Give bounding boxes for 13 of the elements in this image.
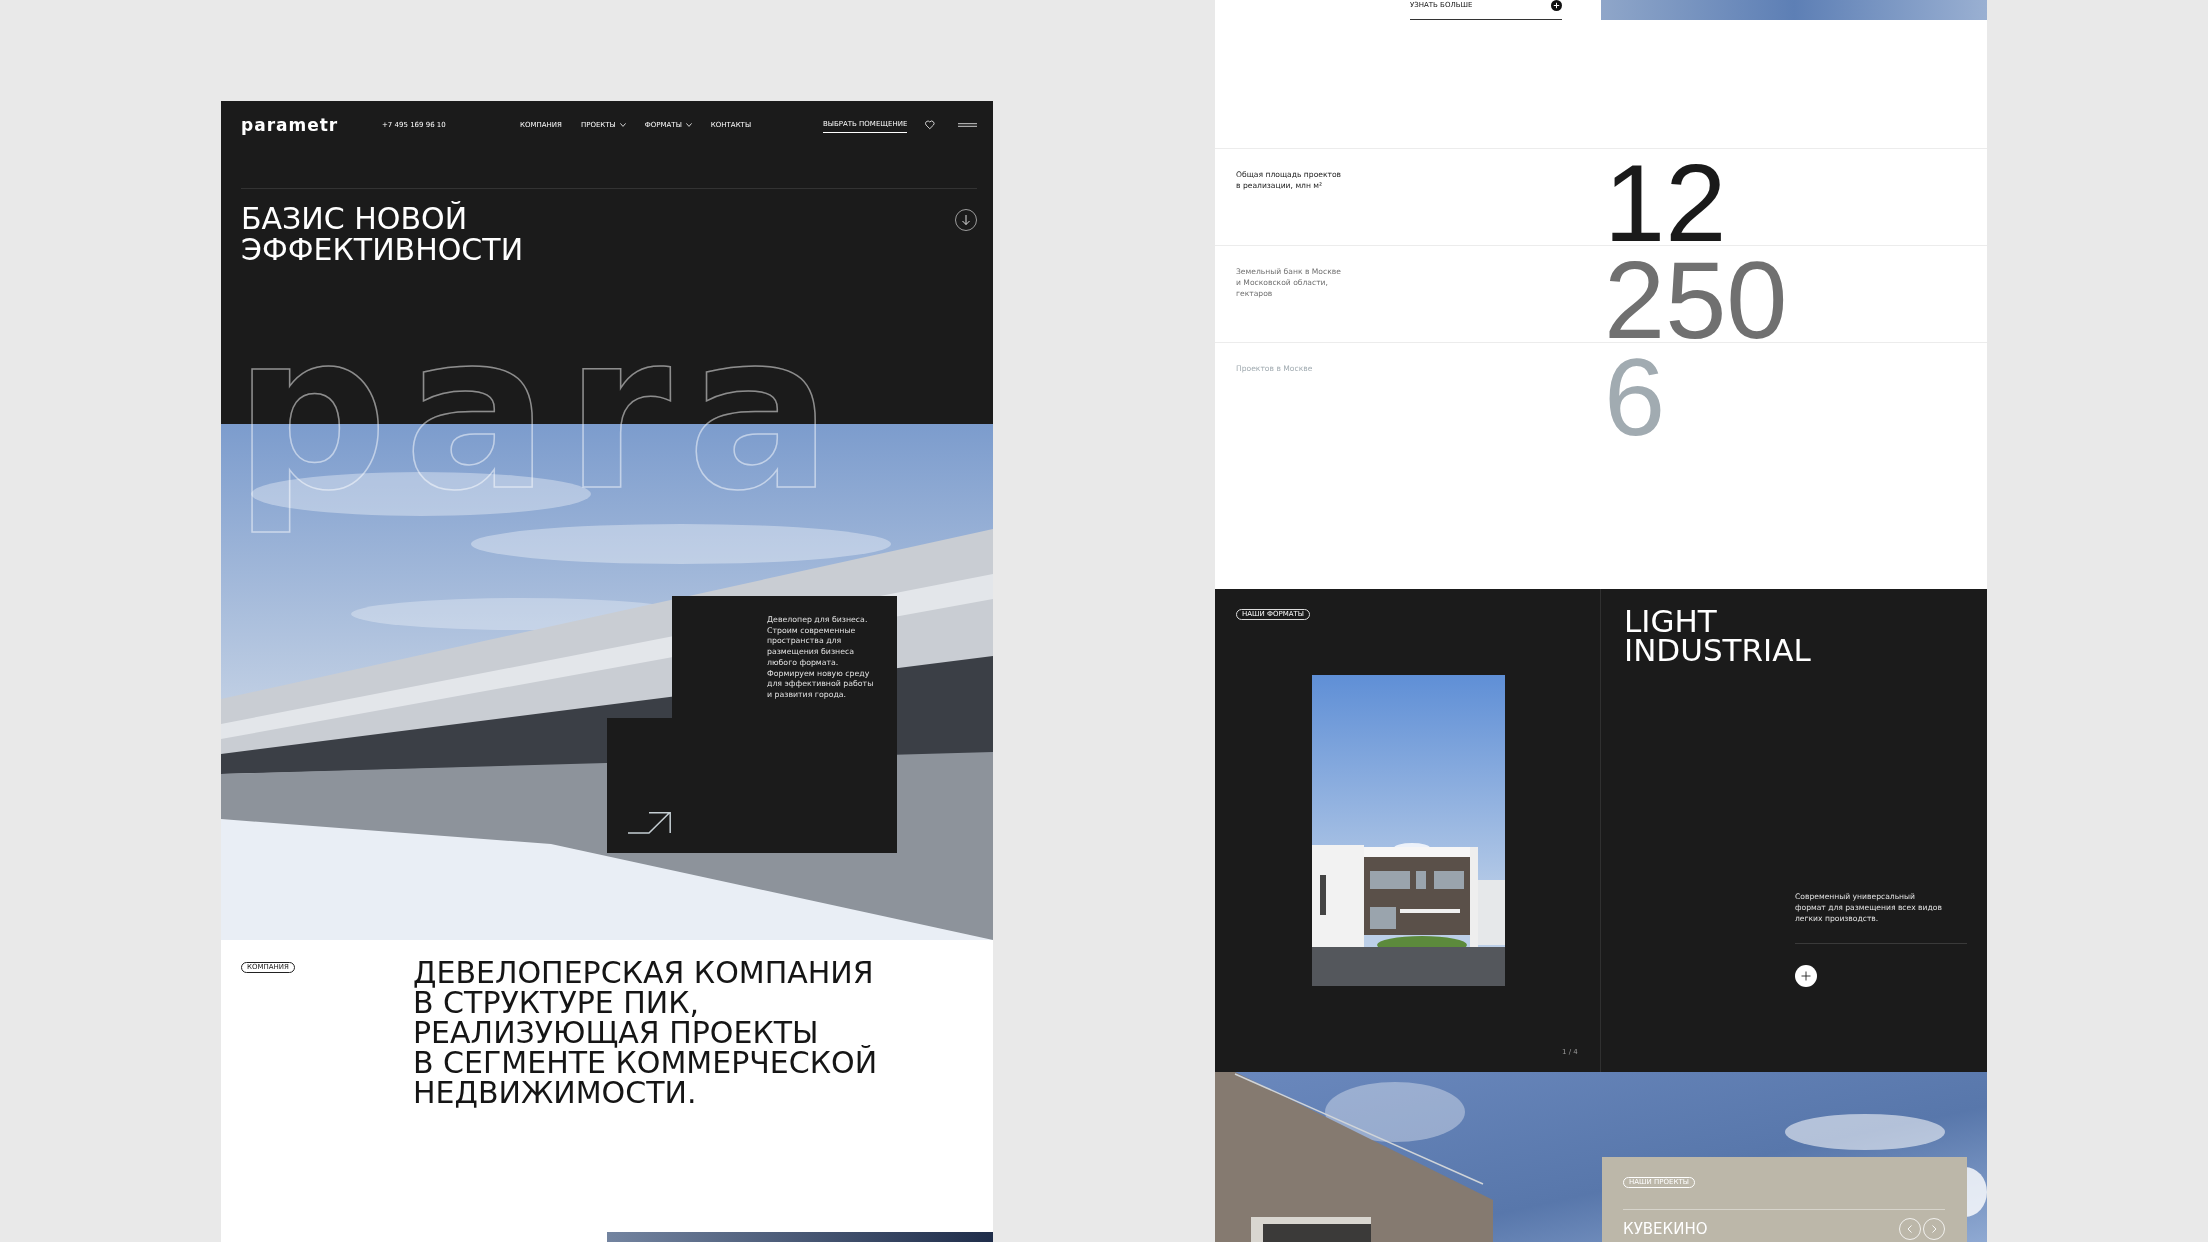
format-title: LIGHT INDUSTRIAL <box>1624 607 1811 665</box>
project-title: КУВЕКИНО <box>1623 1221 1708 1237</box>
menu-icon[interactable] <box>957 123 977 127</box>
plus-icon[interactable] <box>1795 965 1817 987</box>
arrow-down-icon[interactable] <box>955 209 977 231</box>
arrow-icon[interactable] <box>628 812 671 834</box>
stat-value: 12 <box>1604 162 1727 244</box>
logo[interactable]: parametr <box>241 116 339 134</box>
stat-value: 250 <box>1604 259 1788 341</box>
heart-icon[interactable] <box>925 120 935 130</box>
about-text: ДЕВЕЛОПЕРСКАЯ КОМПАНИЯ В СТРУКТУРЕ ПИК, РЕАЛИЗУЮЩАЯ ПРОЕКТЫ В СЕГМЕНТЕ КОММЕРЧЕСКОЙ НЕДВИЖИМОСТИ. <box>413 958 879 1108</box>
hero-title: БАЗИС НОВОЙ ЭФФЕКТИВНОСТИ <box>241 203 524 265</box>
stat-value: 6 <box>1604 356 1666 438</box>
